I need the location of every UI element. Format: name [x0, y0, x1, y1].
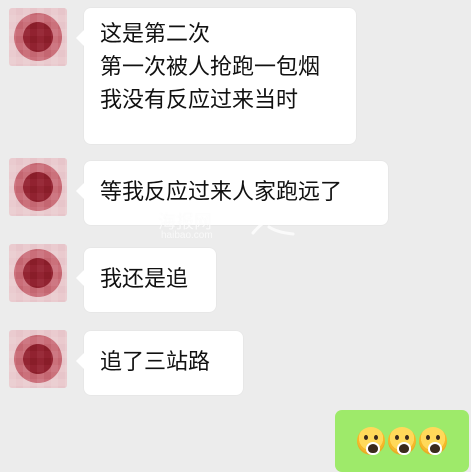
message-line: 这是第二次: [100, 22, 211, 47]
sent-message-bubble[interactable]: [335, 410, 469, 472]
message-bubble[interactable]: 这是第二次 第一次被人抢跑一包烟 我没有反应过来当时: [76, 8, 356, 144]
message-line: 我还是追: [100, 267, 189, 292]
watermark-subtext: haibao.com: [161, 230, 213, 241]
avatar[interactable]: [9, 244, 67, 302]
avatar[interactable]: [9, 158, 67, 216]
avatar[interactable]: [9, 8, 67, 66]
face-screaming-in-fear-icon: [388, 427, 416, 455]
message-line: 第一次被人抢跑一包烟: [100, 55, 321, 80]
watermark-runner-icon: [251, 205, 307, 236]
message-line: 追了三站路: [100, 350, 211, 375]
message-line: 我没有反应过来当时: [100, 88, 299, 113]
message-line: 等我反应过来人家跑远了: [100, 180, 343, 205]
avatar[interactable]: [9, 330, 67, 388]
message-bubble[interactable]: 追了三站路: [76, 331, 243, 395]
message-bubble[interactable]: 我还是追: [76, 248, 216, 312]
message-bubble[interactable]: 等我反应过来人家跑远了: [76, 161, 388, 225]
face-screaming-in-fear-icon: [419, 427, 447, 455]
face-screaming-in-fear-icon: [357, 427, 385, 455]
